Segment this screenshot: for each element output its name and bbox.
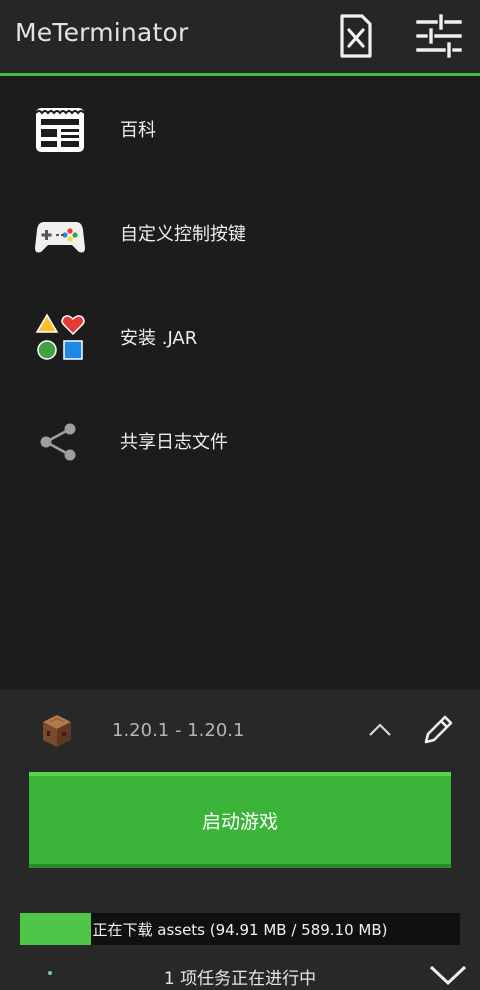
- sliders-icon: [416, 14, 462, 58]
- profile-version: 1.20.1 - 1.20.1: [112, 720, 245, 741]
- download-status: 正在下载 assets (94.91 MB / 589.10 MB): [92, 920, 388, 939]
- launcher-panel: 1.20.1 - 1.20.1 启动游戏 正在下载 assets (94.91 …: [0, 690, 480, 990]
- tasks-status: 1 项任务正在进行中: [163, 969, 317, 989]
- delete-button[interactable]: [332, 12, 380, 60]
- menu-item-install-jar[interactable]: 安装 .JAR: [0, 286, 480, 386]
- menu-item-label: 百科: [120, 120, 156, 141]
- wiki-icon: [35, 108, 85, 152]
- top-app-bar: MeTerminator: [0, 0, 480, 74]
- chevron-down-icon[interactable]: [428, 964, 468, 986]
- profile-selector[interactable]: 1.20.1 - 1.20.1: [0, 690, 480, 770]
- gamepad-icon: [35, 222, 85, 253]
- launch-game-button[interactable]: 启动游戏: [29, 772, 451, 868]
- menu-item-label: 共享日志文件: [120, 432, 228, 453]
- settings-button[interactable]: [414, 12, 462, 60]
- menu-item-share-logs[interactable]: 共享日志文件: [0, 390, 480, 490]
- chevron-up-icon[interactable]: [366, 720, 394, 740]
- app-title: MeTerminator: [15, 18, 189, 47]
- menu-item-custom-controls[interactable]: 自定义控制按键: [0, 182, 480, 282]
- share-icon: [40, 423, 76, 461]
- download-progress: 正在下载 assets (94.91 MB / 589.10 MB): [20, 913, 460, 945]
- shapes-icon: [35, 313, 85, 360]
- menu-item-wiki[interactable]: 百科: [0, 78, 480, 178]
- delete-x-icon: [340, 14, 372, 58]
- crafting-table-icon: [43, 715, 71, 747]
- menu-item-label: 安装 .JAR: [120, 328, 198, 349]
- accent-divider: [0, 73, 480, 76]
- pencil-icon[interactable]: [420, 712, 456, 748]
- menu-item-label: 自定义控制按键: [120, 224, 246, 245]
